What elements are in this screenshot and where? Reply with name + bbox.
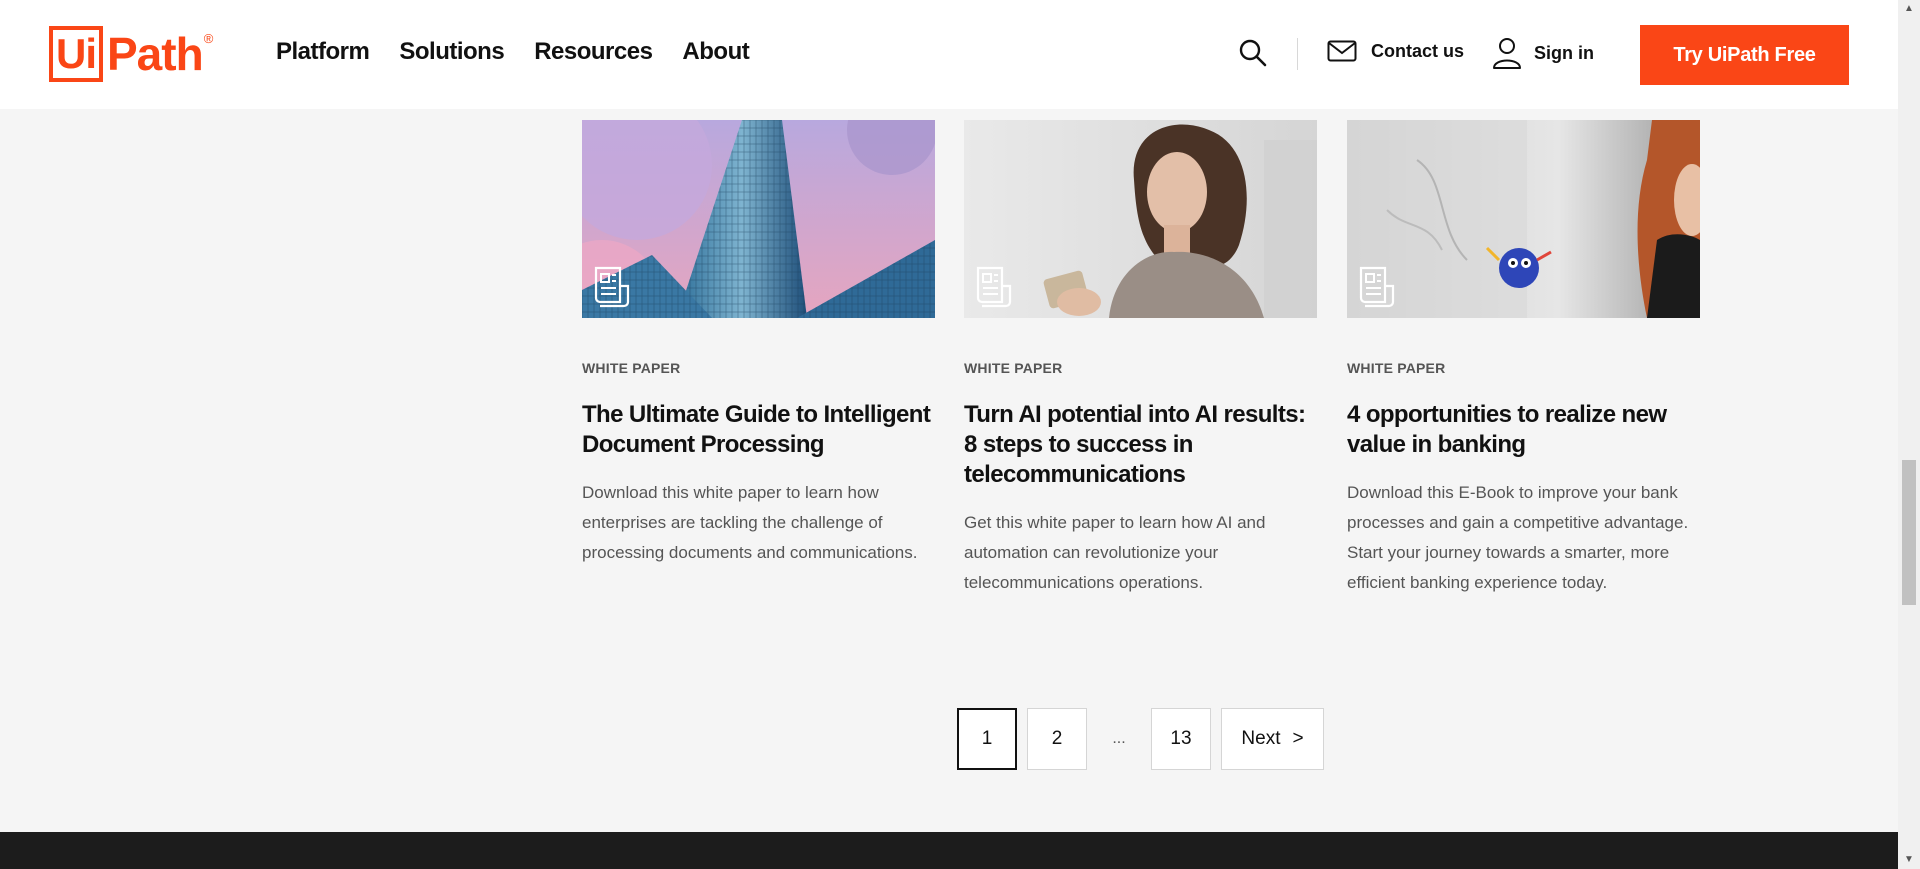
mail-icon <box>1327 40 1357 62</box>
card-title[interactable]: 4 opportunities to realize new value in … <box>1347 400 1700 460</box>
nav-resources[interactable]: Resources <box>534 38 653 66</box>
card-tag: WHITE PAPER <box>1347 360 1446 376</box>
nav-about[interactable]: About <box>682 38 749 66</box>
document-icon <box>1359 266 1395 308</box>
nav-platform[interactable]: Platform <box>276 38 370 66</box>
search-icon[interactable] <box>1238 38 1268 68</box>
main-nav: Platform Solutions Resources About <box>276 38 750 66</box>
resource-card[interactable]: WHITE PAPER Turn AI potential into AI re… <box>964 120 1317 598</box>
site-footer <box>0 832 1898 869</box>
page-13-button[interactable]: 13 <box>1151 708 1211 770</box>
page-1-button[interactable]: 1 <box>957 708 1017 770</box>
sign-in-label: Sign in <box>1534 42 1594 63</box>
site-header: Ui Path ® Platform Solutions Resources A… <box>0 0 1898 109</box>
try-uipath-free-button[interactable]: Try UiPath Free <box>1640 25 1849 85</box>
nav-solutions[interactable]: Solutions <box>399 38 504 66</box>
user-icon <box>1493 38 1521 69</box>
scrollbar-thumb[interactable] <box>1902 460 1916 605</box>
document-icon <box>594 266 630 308</box>
card-title[interactable]: Turn AI potential into AI results: 8 ste… <box>964 400 1317 490</box>
card-title[interactable]: The Ultimate Guide to Intelligent Docume… <box>582 400 935 460</box>
page-scrollbar[interactable]: ▲ ▼ <box>1898 0 1920 869</box>
resource-card[interactable]: WHITE PAPER 4 opportunities to realize n… <box>1347 120 1700 598</box>
sign-in-link[interactable]: Sign in <box>1492 37 1594 69</box>
next-page-button[interactable]: Next > <box>1221 708 1324 770</box>
page-ellipsis: ... <box>1112 730 1126 747</box>
contact-us-link[interactable]: Contact us <box>1327 40 1464 62</box>
contact-us-label: Contact us <box>1371 40 1465 61</box>
card-description: Get this white paper to learn how AI and… <box>964 513 1266 592</box>
chevron-right-icon: > <box>1292 728 1304 749</box>
whiteboard-robot-photo[interactable] <box>1347 120 1700 318</box>
page-2-button[interactable]: 2 <box>1027 708 1087 770</box>
next-label: Next <box>1241 728 1281 749</box>
scroll-up-arrow-icon[interactable]: ▲ <box>1898 0 1920 18</box>
card-tag: WHITE PAPER <box>582 360 681 376</box>
scroll-down-arrow-icon[interactable]: ▼ <box>1898 851 1920 869</box>
resource-card[interactable]: WHITE PAPER The Ultimate Guide to Intell… <box>582 120 935 568</box>
card-description: Download this white paper to learn how e… <box>582 483 918 562</box>
skyscraper-photo[interactable] <box>582 120 935 318</box>
document-icon <box>976 266 1012 308</box>
header-divider <box>1297 38 1298 70</box>
card-tag: WHITE PAPER <box>964 360 1063 376</box>
uipath-logo[interactable]: Ui Path ® <box>49 25 213 83</box>
card-description: Download this E-Book to improve your ban… <box>1347 483 1689 592</box>
woman-with-phone-photo[interactable] <box>964 120 1317 318</box>
pagination: 1 2 ... 13 Next > <box>957 708 1324 770</box>
